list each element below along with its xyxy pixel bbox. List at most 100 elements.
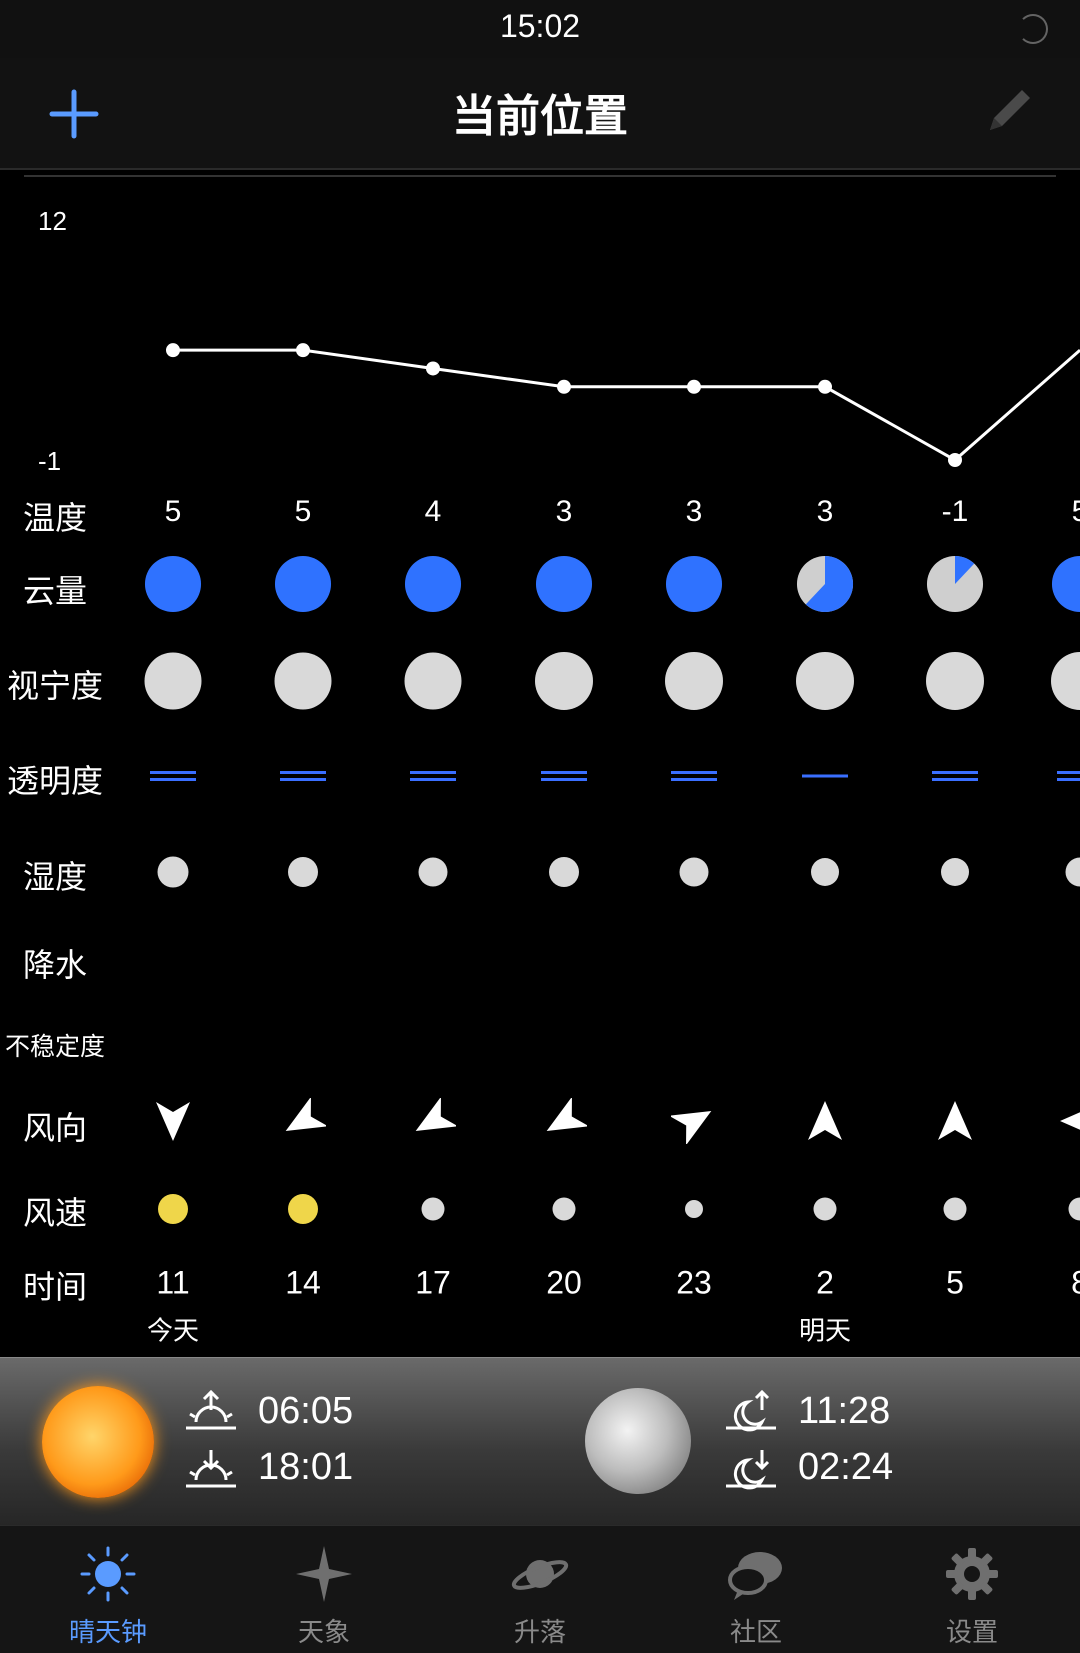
cloud-cover-icon — [144, 555, 202, 617]
seeing-icon — [796, 652, 854, 710]
pencil-icon[interactable] — [980, 80, 1040, 140]
sunrise-time: 06:05 — [258, 1390, 354, 1432]
humidity-icon — [418, 857, 448, 887]
sun-tab-icon — [80, 1546, 136, 1602]
wind-speed-icon — [685, 1200, 703, 1218]
temperature-point — [948, 453, 962, 467]
cloud-cover-icon — [665, 555, 723, 617]
tab-celestial[interactable]: 天象 — [216, 1526, 432, 1653]
row-label-transparency: 透明度 — [6, 762, 103, 800]
tab-sky-clock[interactable]: 晴天钟 — [0, 1526, 216, 1653]
wind-speed-icon — [421, 1197, 445, 1221]
row-label-time: 时间 — [22, 1268, 87, 1306]
humidity-icon — [941, 858, 969, 886]
transparency-icon — [932, 767, 978, 785]
moonrise-time: 11:28 — [798, 1390, 891, 1432]
wind-direction-arrow-icon — [669, 1098, 717, 1148]
transparency-icon — [671, 767, 717, 785]
transparency-icon — [1057, 767, 1080, 785]
humidity-icon — [157, 856, 189, 888]
forecast-hour: 17 — [415, 1264, 451, 1301]
tab-bar: 晴天钟 天象 升落 社区 设置 — [0, 1525, 1080, 1653]
y-axis-bottom-label: -1 — [38, 446, 62, 476]
saturn-icon — [511, 1560, 569, 1590]
status-time: 15:02 — [499, 8, 581, 44]
transparency-icon — [280, 767, 326, 785]
seeing-icon — [926, 652, 984, 710]
transparency-icon — [541, 767, 587, 785]
chat-icon — [728, 1552, 782, 1600]
wind-speed-icon — [813, 1197, 837, 1221]
wind-speed-icon — [943, 1197, 967, 1221]
app-root: 15:02 当前位置 12 -1 温度 云量 视宁度 透明度 湿度 降水 不稳定… — [0, 0, 1080, 1653]
tab-rise-set[interactable]: 升落 — [432, 1526, 648, 1653]
sun-moon-panel: 06:05 18:01 11:28 02:24 — [0, 1357, 1080, 1526]
temperature-value: 5 — [164, 495, 182, 528]
wind-direction-arrow-icon — [541, 1096, 589, 1148]
temperature-point — [687, 379, 701, 394]
transparency-icon — [802, 771, 848, 782]
wind-direction-arrow-icon — [1057, 1098, 1080, 1148]
transparency-icon — [410, 767, 456, 785]
nav-bar: 当前位置 — [0, 58, 1080, 170]
tab-settings[interactable]: 设置 — [864, 1526, 1080, 1653]
wind-direction-arrow-icon — [802, 1098, 848, 1148]
forecast-hour: 5 — [946, 1264, 964, 1301]
wind-speed-icon — [288, 1194, 318, 1224]
moonrise-icon — [726, 1389, 776, 1432]
seeing-icon — [144, 652, 202, 710]
wind-speed-icon — [1068, 1197, 1080, 1221]
transparency-icon — [150, 767, 196, 785]
forecast-day-label: 今天 — [146, 1316, 200, 1347]
cloud-cover-icon — [274, 555, 332, 617]
page-title: 当前位置 — [452, 91, 628, 142]
humidity-icon — [811, 858, 839, 886]
wind-direction-arrow-icon — [410, 1096, 458, 1148]
tab-label-rise-set: 升落 — [513, 1618, 566, 1648]
wind-direction-arrow-icon — [932, 1098, 978, 1148]
row-label-cloud: 云量 — [22, 572, 87, 610]
temperature-chart — [24, 175, 1080, 467]
moonset-icon — [726, 1450, 776, 1490]
row-label-precipitation: 降水 — [22, 946, 87, 984]
tab-community[interactable]: 社区 — [648, 1526, 864, 1653]
forecast-hour: 20 — [546, 1264, 582, 1301]
temperature-value: 4 — [424, 495, 442, 528]
tab-label-settings: 设置 — [945, 1618, 998, 1648]
moonset-time: 02:24 — [798, 1446, 894, 1488]
wind-direction-arrow-icon — [150, 1098, 196, 1148]
humidity-icon — [1065, 857, 1080, 887]
forecast-hour: 23 — [676, 1264, 712, 1301]
gear-icon — [946, 1548, 998, 1600]
cloud-cover-icon — [796, 555, 854, 617]
sunset-icon — [186, 1450, 236, 1488]
battery-icon — [1018, 14, 1048, 44]
temperature-value: 3 — [816, 495, 834, 528]
forecast-hour: 14 — [285, 1264, 321, 1301]
status-bar: 15:02 — [0, 0, 1080, 58]
forecast-day-label: 明天 — [798, 1316, 852, 1347]
temperature-value: 3 — [555, 495, 573, 528]
row-label-instability: 不稳定度 — [4, 1032, 105, 1061]
sunrise-icon — [186, 1389, 236, 1430]
seeing-icon — [404, 652, 462, 710]
tab-label-sky-clock: 晴天钟 — [68, 1618, 147, 1648]
temperature-value: 5 — [294, 495, 312, 528]
temperature-point — [426, 361, 440, 376]
humidity-icon — [288, 857, 318, 887]
star-icon — [296, 1546, 352, 1602]
temperature-point — [818, 379, 832, 394]
forecast-hour: 11 — [156, 1264, 190, 1301]
wind-direction-arrow-icon — [280, 1096, 328, 1148]
seeing-icon — [535, 652, 593, 710]
seeing-icon — [274, 652, 332, 710]
seeing-icon — [1051, 652, 1080, 710]
row-label-humidity: 湿度 — [22, 858, 87, 896]
y-axis-top-label: 12 — [38, 206, 67, 236]
humidity-icon — [679, 857, 709, 887]
seeing-icon — [665, 652, 723, 710]
row-label-wind-direction: 风向 — [22, 1109, 87, 1147]
cloud-cover-icon — [1051, 555, 1080, 617]
temperature-line — [173, 348, 1080, 462]
sunset-time: 18:01 — [258, 1446, 354, 1488]
